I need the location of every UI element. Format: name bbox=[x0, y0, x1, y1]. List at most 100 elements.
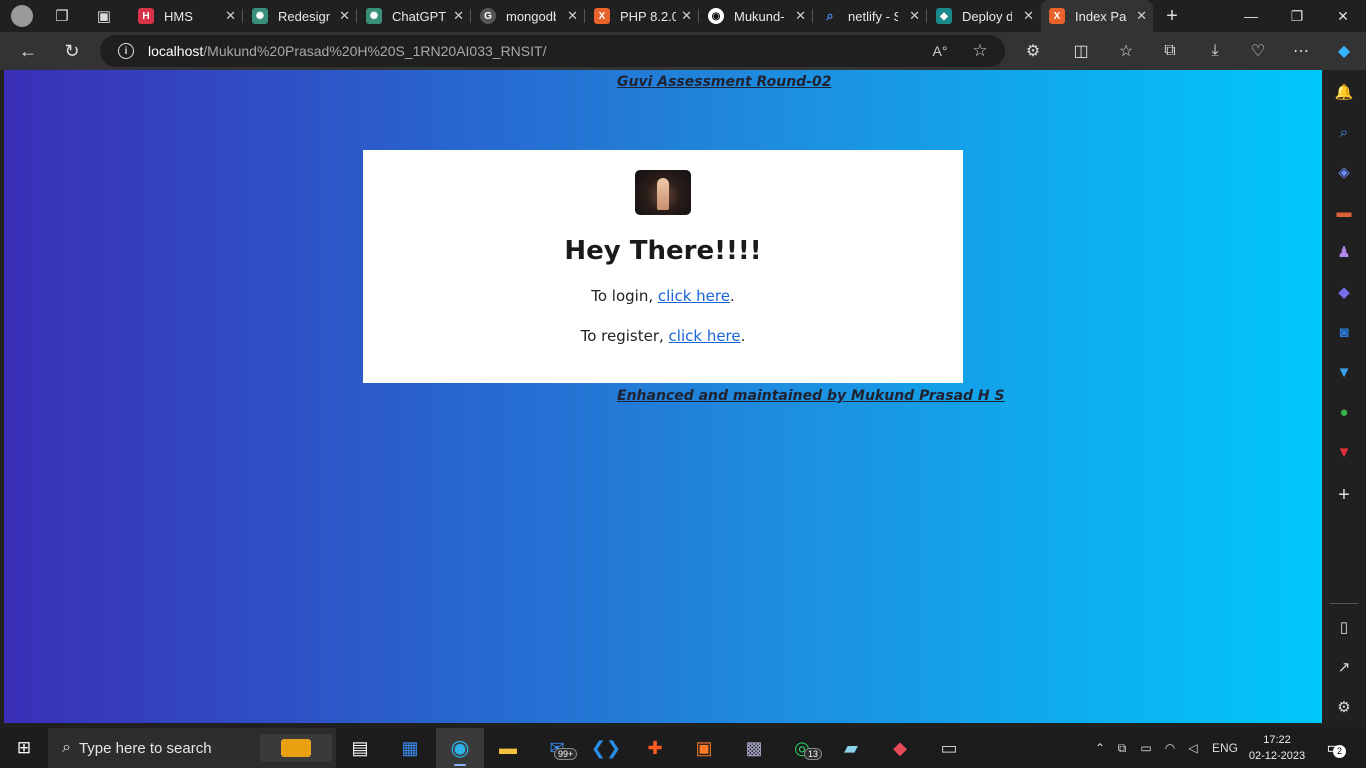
xampp-favicon-icon: X bbox=[1049, 8, 1065, 24]
tab-chatgpt[interactable]: ✺ ChatGPT ✕ bbox=[358, 0, 470, 32]
photos-icon[interactable]: ▩ bbox=[740, 734, 768, 762]
netlify-favicon-icon: ◆ bbox=[936, 8, 952, 24]
notification-count: 2 bbox=[1333, 745, 1346, 758]
language-indicator[interactable]: ENG bbox=[1212, 741, 1238, 755]
task-view-icon[interactable]: ▤ bbox=[346, 734, 374, 762]
register-link[interactable]: click here bbox=[669, 327, 741, 345]
terminal-icon[interactable]: ▭ bbox=[935, 734, 963, 762]
hms-favicon-icon: H bbox=[138, 8, 154, 24]
edge-sidebar: 🔔 ⌕ ◈ ▬ ♟ ◆ ◙ ▼ ● ▼ + ▯ ↗ ⚙ bbox=[1322, 70, 1366, 723]
assessment-heading: Guvi Assessment Round-02 bbox=[617, 74, 832, 90]
clock[interactable]: 17:22 02-12-2023 bbox=[1245, 732, 1309, 764]
tab-index-page[interactable]: X Index Pag ✕ bbox=[1041, 0, 1153, 32]
close-tab-icon[interactable]: ✕ bbox=[567, 8, 578, 24]
split-screen-icon[interactable]: ◫ bbox=[1065, 36, 1097, 66]
tab-netlify-search[interactable]: ⌕ netlify - S ✕ bbox=[814, 0, 926, 32]
clock-time: 17:22 bbox=[1263, 734, 1291, 746]
address-bar[interactable]: i localhost/Mukund%20Prasad%20H%20S_1RN2… bbox=[100, 35, 1005, 67]
chevron-up-icon[interactable]: ⌃ bbox=[1090, 741, 1110, 755]
favorite-star-icon[interactable]: ☆ bbox=[965, 35, 995, 67]
system-tray: ⌃ ⧉ ▭ ◠ ◁ ENG bbox=[1090, 728, 1238, 768]
add-icon[interactable]: + bbox=[1334, 484, 1354, 506]
mail-badge: 99+ bbox=[554, 748, 578, 760]
search-favicon-icon: ⌕ bbox=[826, 8, 834, 23]
read-aloud-icon[interactable]: A° bbox=[925, 35, 955, 67]
search-icon[interactable]: ⌕ bbox=[1334, 122, 1354, 142]
clock-date: 02-12-2023 bbox=[1248, 750, 1306, 762]
open-external-icon[interactable]: ↗ bbox=[1334, 657, 1354, 677]
more-menu-icon[interactable]: ⋯ bbox=[1285, 36, 1317, 66]
login-link[interactable]: click here bbox=[658, 287, 730, 305]
microsoft-store-icon[interactable]: ▦ bbox=[396, 734, 424, 762]
close-tab-icon[interactable]: ✕ bbox=[1023, 8, 1034, 24]
xampp-favicon-icon: X bbox=[594, 8, 610, 24]
tab-redesign[interactable]: ✺ Redesign ✕ bbox=[244, 0, 356, 32]
tab-actions-icon[interactable]: ▣ bbox=[92, 4, 116, 28]
file-explorer-icon[interactable]: ▬ bbox=[494, 734, 522, 762]
collections-icon[interactable]: ⧉ bbox=[1154, 36, 1186, 66]
favorites-icon[interactable]: ☆ bbox=[1110, 36, 1142, 66]
new-tab-icon[interactable]: + bbox=[1160, 4, 1184, 28]
taskbar-search-box[interactable]: ⌕ Type here to search bbox=[48, 728, 336, 768]
profile-avatar-icon[interactable] bbox=[10, 4, 34, 28]
battery-icon[interactable]: ▭ bbox=[1134, 741, 1158, 755]
sidebar-layout-icon[interactable]: ▯ bbox=[1334, 617, 1354, 637]
tab-label: mongodb bbox=[506, 8, 556, 24]
close-tab-icon[interactable]: ✕ bbox=[453, 8, 464, 24]
site-info-icon[interactable]: i bbox=[118, 43, 134, 59]
usb-icon[interactable]: ⧉ bbox=[1110, 741, 1134, 756]
microsoft-365-icon[interactable]: ◆ bbox=[1334, 282, 1354, 302]
chatgpt-favicon-icon: ✺ bbox=[252, 8, 268, 24]
outlook-icon[interactable]: ◙ bbox=[1334, 322, 1354, 342]
extensions-icon[interactable]: ⚙ bbox=[1017, 36, 1049, 66]
login-line: To login, click here. bbox=[591, 287, 735, 305]
close-tab-icon[interactable]: ✕ bbox=[795, 8, 806, 24]
settings-gear-icon[interactable]: ⚙ bbox=[1334, 697, 1354, 717]
shopping-tag-icon[interactable]: ◈ bbox=[1334, 162, 1354, 182]
bell-icon[interactable]: 🔔 bbox=[1334, 82, 1354, 102]
browser-toolbar: ← ↻ i localhost/Mukund%20Prasad%20H%20S_… bbox=[0, 32, 1366, 70]
tree-icon[interactable]: ● bbox=[1334, 402, 1354, 422]
search-placeholder: Type here to search bbox=[78, 739, 212, 757]
tab-label: PHP 8.2.0 bbox=[620, 8, 676, 24]
app-diamond-icon[interactable]: ◆ bbox=[886, 734, 914, 762]
briefcase-icon bbox=[260, 734, 332, 762]
chatgpt-favicon-icon: ✺ bbox=[366, 8, 382, 24]
browser-essentials-icon[interactable]: ♡ bbox=[1242, 36, 1274, 66]
github-favicon-icon: ◉ bbox=[708, 8, 724, 24]
tab-deploy[interactable]: ◆ Deploy d ✕ bbox=[928, 0, 1040, 32]
back-arrow-icon[interactable]: ← bbox=[12, 36, 44, 66]
workspaces-icon[interactable]: ❐ bbox=[50, 4, 74, 28]
google-favicon-icon: G bbox=[480, 8, 496, 24]
git-app-icon[interactable]: ✚ bbox=[641, 734, 669, 762]
tab-mongodb[interactable]: G mongodb ✕ bbox=[472, 0, 584, 32]
xampp-icon[interactable]: ▣ bbox=[690, 734, 718, 762]
tab-php[interactable]: X PHP 8.2.0 ✕ bbox=[586, 0, 698, 32]
notepad-icon[interactable]: ▰ bbox=[837, 734, 865, 762]
vscode-icon[interactable]: ❮❯ bbox=[591, 734, 621, 762]
speaker-icon[interactable]: ◁ bbox=[1182, 741, 1204, 755]
windows-start-icon[interactable]: ⊞ bbox=[10, 734, 38, 762]
downloads-icon[interactable]: ⤓ bbox=[1199, 36, 1231, 66]
vivaldi-icon[interactable]: ▼ bbox=[1334, 442, 1354, 462]
close-tab-icon[interactable]: ✕ bbox=[681, 8, 692, 24]
minimize-icon[interactable]: — bbox=[1228, 0, 1274, 32]
close-window-icon[interactable]: ✕ bbox=[1320, 0, 1366, 32]
close-tab-icon[interactable]: ✕ bbox=[1136, 8, 1147, 24]
games-icon[interactable]: ♟ bbox=[1334, 242, 1354, 262]
tab-label: ChatGPT bbox=[392, 8, 447, 24]
close-tab-icon[interactable]: ✕ bbox=[909, 8, 920, 24]
tab-github[interactable]: ◉ Mukund- ✕ bbox=[700, 0, 812, 32]
restore-icon[interactable]: ❐ bbox=[1274, 0, 1320, 32]
drop-icon[interactable]: ▼ bbox=[1334, 362, 1354, 382]
tools-icon[interactable]: ▬ bbox=[1334, 202, 1354, 222]
close-tab-icon[interactable]: ✕ bbox=[225, 8, 236, 24]
copilot-icon[interactable]: ◆ bbox=[1328, 36, 1360, 66]
wifi-icon[interactable]: ◠ bbox=[1158, 741, 1182, 755]
tab-label: Mukund- bbox=[734, 8, 785, 24]
tab-hms[interactable]: H HMS ✕ bbox=[130, 0, 242, 32]
close-tab-icon[interactable]: ✕ bbox=[339, 8, 350, 24]
edge-browser-icon[interactable]: ◉ bbox=[436, 728, 484, 768]
card-title: Hey There!!!! bbox=[564, 236, 762, 266]
refresh-icon[interactable]: ↻ bbox=[56, 36, 88, 66]
